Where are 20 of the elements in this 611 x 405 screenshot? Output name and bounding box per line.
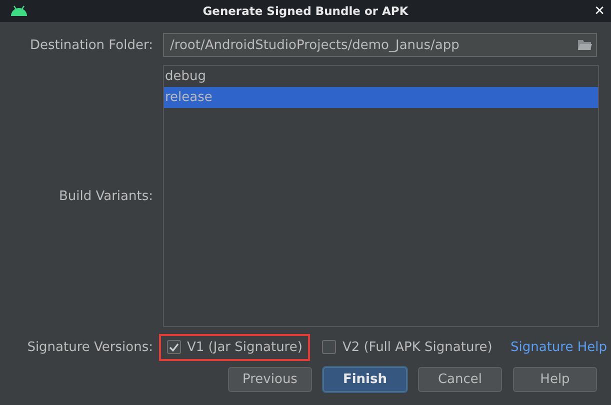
highlighted-checkbox[interactable]: V1 (Jar Signature): [159, 334, 310, 360]
close-button[interactable]: ✕: [594, 4, 605, 18]
checkbox-square[interactable]: [167, 340, 181, 354]
dialog-button[interactable]: Previous: [228, 367, 312, 392]
field-label: Signature Versions:: [27, 340, 153, 354]
dialog-button[interactable]: Cancel: [418, 367, 502, 392]
folder-icon[interactable]: [577, 39, 592, 51]
list-item[interactable]: debug: [164, 66, 598, 87]
list-item[interactable]: release: [164, 87, 598, 108]
android-icon: [10, 5, 28, 17]
dialog-button[interactable]: Help: [513, 367, 597, 392]
dialog-button[interactable]: Finish: [323, 367, 407, 392]
checkbox[interactable]: V2 (Full APK Signature): [314, 334, 500, 360]
window-title: Generate Signed Bundle or APK: [202, 4, 410, 18]
destination-field[interactable]: /root/AndroidStudioProjects/demo_Janus/app: [163, 33, 597, 57]
signature-help-link[interactable]: Signature Help: [510, 340, 607, 354]
field-label: Destination Folder:: [30, 38, 153, 52]
checkmark-icon: [169, 342, 179, 352]
field-label: Build Variants:: [58, 188, 153, 204]
checkbox-square[interactable]: [322, 340, 336, 354]
